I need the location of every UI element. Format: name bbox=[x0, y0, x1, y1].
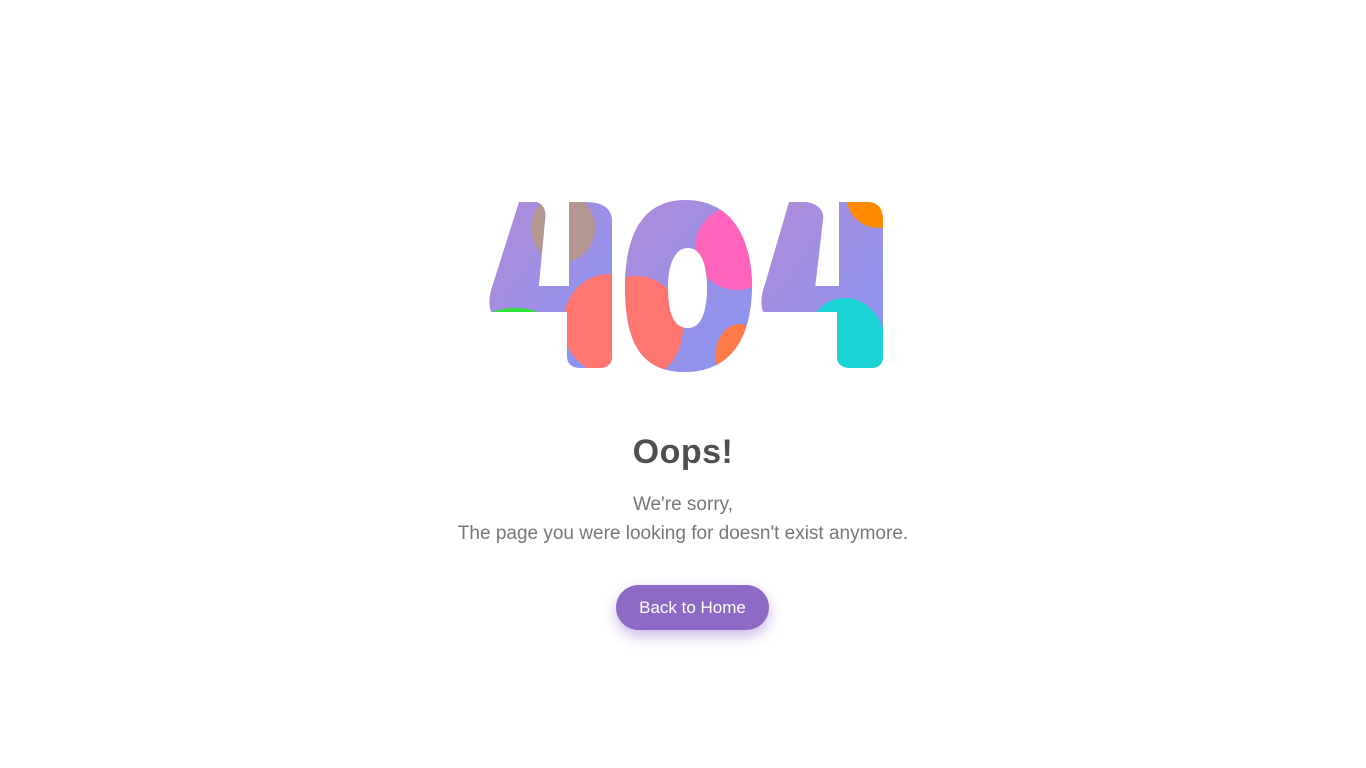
digit-zero bbox=[625, 200, 752, 372]
error-message-line-2: The page you were looking for doesn't ex… bbox=[457, 523, 909, 544]
error-message-line-1: We're sorry, bbox=[632, 494, 734, 515]
404-graphic bbox=[487, 196, 887, 376]
digit-four-right bbox=[761, 202, 883, 368]
page-title: Oops! bbox=[632, 433, 734, 471]
back-to-home-button[interactable]: Back to Home bbox=[616, 585, 769, 630]
error-page: Oops! We're sorry, The page you were loo… bbox=[0, 0, 1366, 768]
404-graphic-svg bbox=[489, 200, 883, 372]
error-message: We're sorry, The page you were looking f… bbox=[0, 490, 1366, 548]
